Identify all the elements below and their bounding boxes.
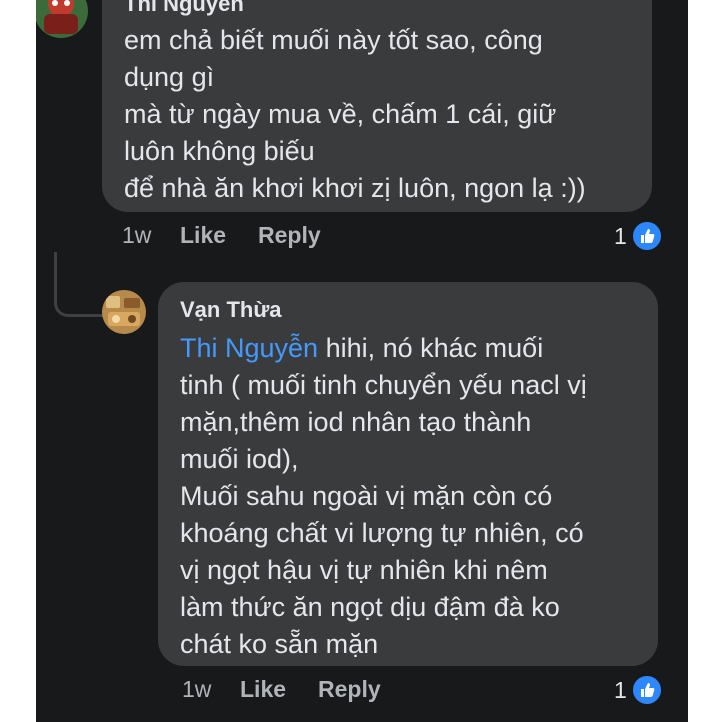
avatar[interactable] bbox=[102, 290, 146, 334]
thumbs-up-icon bbox=[630, 674, 663, 706]
like-button[interactable]: Like bbox=[180, 222, 226, 249]
reaction-count[interactable]: 1 bbox=[614, 220, 663, 252]
reply-text-line: chát ko sẵn mặn bbox=[180, 629, 379, 659]
reply-text-line: làm thức ăn ngọt dịu đậm đà ko bbox=[180, 592, 560, 622]
reply-text-line: tinh ( muối tinh chuyển yếu nacl vị bbox=[180, 370, 587, 400]
comment-timestamp[interactable]: 1w bbox=[122, 222, 151, 249]
reply-button[interactable]: Reply bbox=[258, 222, 321, 249]
reaction-count-number: 1 bbox=[614, 676, 627, 703]
reply-text-line: mặn,thêm iod nhân tạo thành bbox=[180, 407, 532, 437]
comment-thread: Thi Nguyễn em chả biết muối này tốt sao,… bbox=[36, 0, 688, 722]
thumbs-up-icon bbox=[630, 220, 663, 252]
comment-text-line: em chả biết muối này tốt sao, công bbox=[124, 25, 543, 55]
reply-timestamp[interactable]: 1w bbox=[182, 676, 211, 703]
reply-actions: 1w Like Reply bbox=[182, 676, 682, 706]
comment-text-line: luôn không biếu bbox=[124, 136, 315, 166]
comment-author[interactable]: Thi Nguyễn bbox=[124, 0, 652, 18]
comment-actions: 1w Like Reply bbox=[122, 222, 682, 252]
reply-text-line: khoáng chất vi lượng tự nhiên, có bbox=[180, 518, 584, 548]
thread-connector bbox=[54, 252, 103, 317]
reply-text-segment: hihi, nó khác muối bbox=[318, 333, 544, 363]
comment-text-line: để nhà ăn khơi khơi zị luôn, ngon lạ :)) bbox=[124, 173, 586, 203]
comment-bubble[interactable]: Thi Nguyễn em chả biết muối này tốt sao,… bbox=[102, 0, 652, 212]
comment-text-line: dụng gì bbox=[124, 62, 215, 92]
reaction-count-number: 1 bbox=[614, 222, 627, 249]
reaction-count[interactable]: 1 bbox=[614, 674, 663, 706]
reply-text-line: Thi Nguyễn hihi, nó khác muối bbox=[180, 330, 658, 367]
reply-text-line: Muối sahu ngoài vị mặn còn có bbox=[180, 481, 553, 511]
comment-text-line: mà từ ngày mua về, chấm 1 cái, giữ bbox=[124, 99, 557, 129]
like-button[interactable]: Like bbox=[240, 676, 286, 703]
reply-button[interactable]: Reply bbox=[318, 676, 381, 703]
mention-link[interactable]: Thi Nguyễn bbox=[180, 333, 318, 363]
reply-text-line: vị ngọt hậu vị tự nhiên khi nêm bbox=[180, 555, 548, 585]
reply-text-line: muối iod), bbox=[180, 444, 299, 474]
reply-bubble[interactable]: Vạn Thừa Thi Nguyễn hihi, nó khác muối t… bbox=[158, 282, 658, 666]
reply-author[interactable]: Vạn Thừa bbox=[180, 296, 658, 324]
avatar[interactable] bbox=[36, 0, 88, 38]
